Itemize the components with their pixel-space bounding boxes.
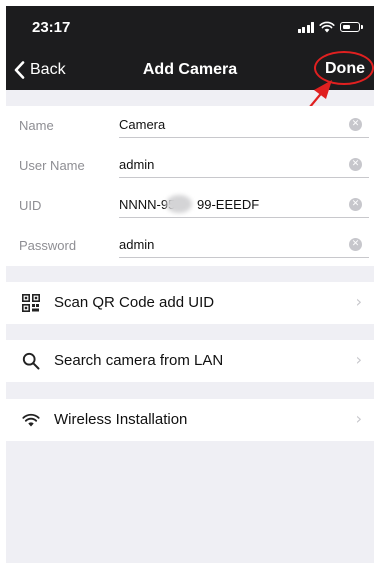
phone-screen: 23:17 Back Add Camera Done Name Camera ✕… — [6, 6, 374, 563]
list-item-scan-qr[interactable]: Scan QR Code add UID › — [6, 282, 374, 324]
cell-signal-icon — [297, 21, 314, 33]
wifi-icon — [22, 411, 40, 429]
clear-name-button[interactable]: ✕ — [349, 118, 362, 131]
list-item-wireless-installation[interactable]: Wireless Installation › — [6, 399, 374, 441]
search-icon — [22, 352, 40, 370]
scan-qr-label: Scan QR Code add UID — [54, 294, 215, 311]
qr-code-icon — [22, 294, 40, 312]
page-title: Add Camera — [142, 61, 238, 78]
navigation-bar: Back Add Camera Done — [6, 50, 374, 90]
form-row-password: Password admin ✕ — [6, 226, 374, 266]
battery-icon — [340, 22, 363, 32]
clear-username-button[interactable]: ✕ — [349, 158, 362, 171]
clear-password-button[interactable]: ✕ — [349, 238, 362, 251]
camera-form: Name Camera ✕ User Name admin ✕ UID NNNN… — [6, 106, 374, 266]
name-underline — [119, 137, 369, 138]
password-field[interactable]: admin — [119, 237, 319, 252]
name-label: Name — [19, 118, 54, 133]
status-time: 23:17 — [32, 19, 71, 36]
password-underline — [119, 257, 369, 258]
chevron-right-icon: › — [355, 409, 362, 428]
form-row-username: User Name admin ✕ — [6, 146, 374, 186]
form-row-uid: UID NNNN-95 99-EEEDF ✕ — [6, 186, 374, 226]
username-field[interactable]: admin — [119, 157, 319, 172]
form-row-name: Name Camera ✕ — [6, 106, 374, 146]
uid-label: UID — [19, 198, 42, 213]
uid-field[interactable]: NNNN-95 99-EEEDF — [119, 197, 319, 212]
username-label: User Name — [19, 158, 85, 173]
name-field[interactable]: Camera — [119, 117, 319, 132]
uid-underline — [119, 217, 369, 218]
clear-uid-button[interactable]: ✕ — [349, 198, 362, 211]
list-item-search-lan[interactable]: Search camera from LAN › — [6, 340, 374, 382]
search-lan-label: Search camera from LAN — [54, 352, 224, 369]
wifi-status-icon — [319, 21, 335, 33]
uid-redaction-blur — [166, 195, 192, 213]
done-button[interactable]: Done — [325, 60, 365, 78]
chevron-right-icon: › — [355, 292, 362, 311]
status-icons — [297, 20, 363, 34]
username-underline — [119, 177, 369, 178]
chevron-right-icon: › — [355, 350, 362, 369]
status-bar: 23:17 — [6, 6, 374, 50]
password-label: Password — [19, 238, 77, 253]
wireless-installation-label: Wireless Installation — [54, 411, 188, 428]
